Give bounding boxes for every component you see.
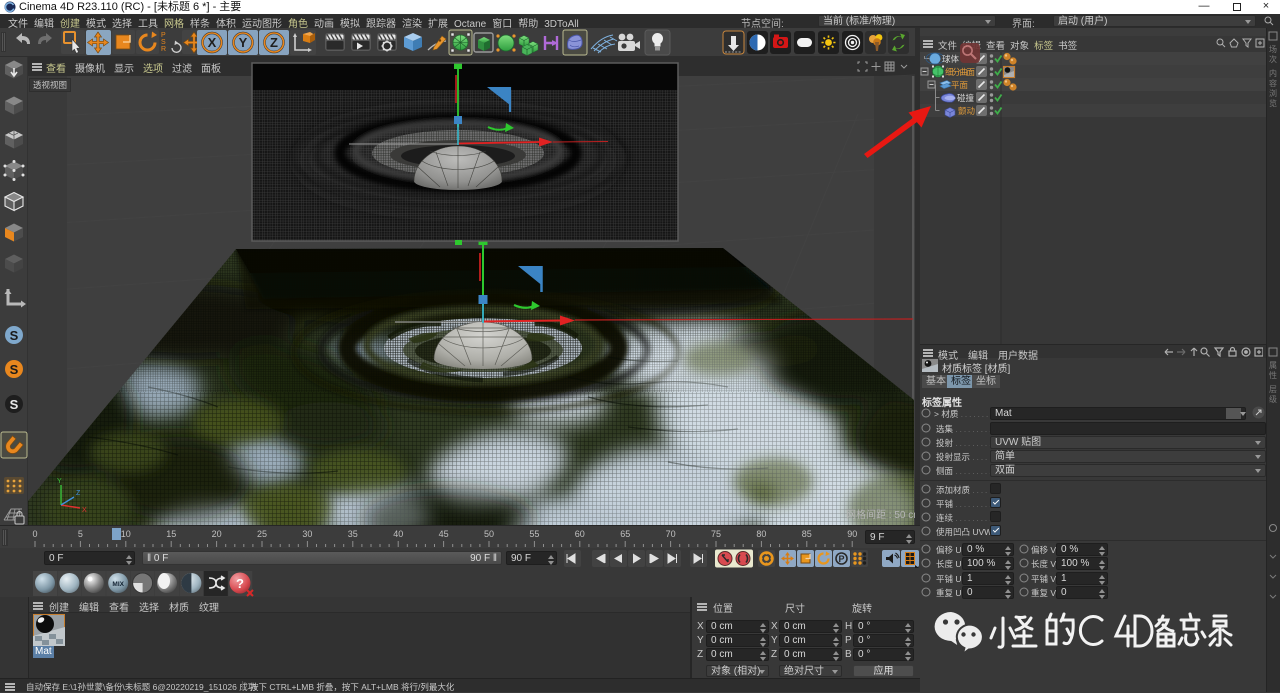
svg-text:容: 容 [1269, 78, 1277, 88]
svg-text:性: 性 [1269, 370, 1277, 380]
svg-text:次: 次 [1269, 54, 1277, 64]
svg-text:浏: 浏 [1269, 88, 1277, 98]
svg-text:览: 览 [1269, 98, 1277, 108]
svg-text:属: 属 [1269, 361, 1277, 370]
svg-text:内: 内 [1269, 68, 1277, 78]
svg-text:层: 层 [1269, 385, 1277, 394]
svg-text:场: 场 [1269, 45, 1277, 54]
svg-text:级: 级 [1269, 394, 1277, 404]
